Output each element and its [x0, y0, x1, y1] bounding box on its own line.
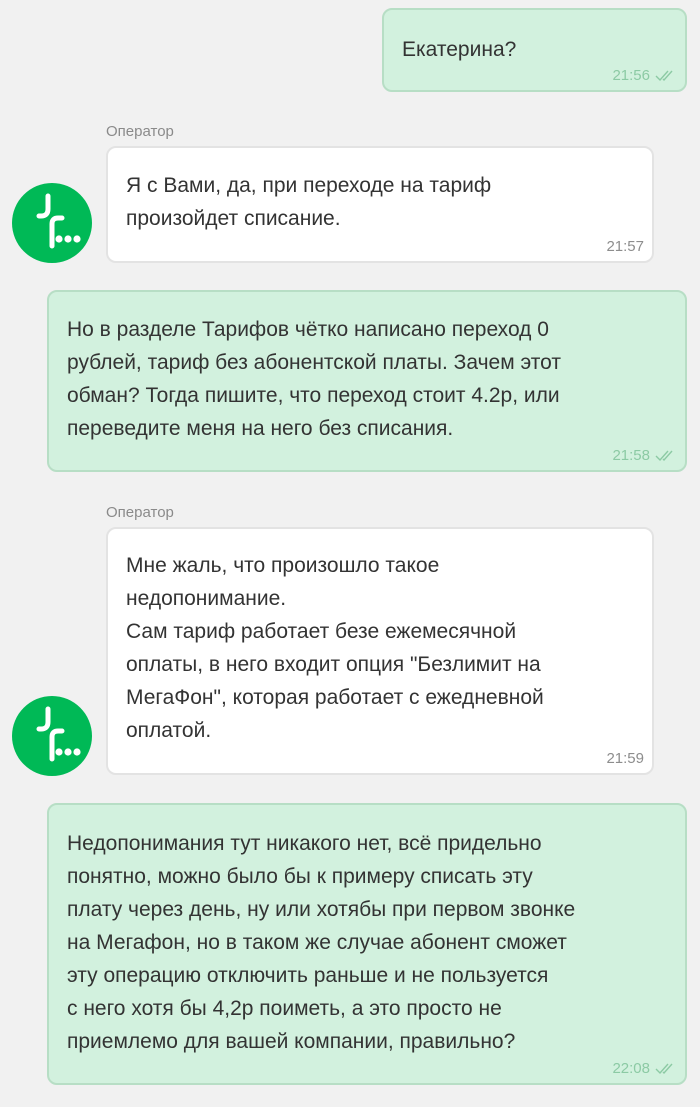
message-meta: 21:59	[606, 750, 644, 767]
sender-name: Оператор	[106, 123, 174, 140]
message-meta: 21:56	[612, 67, 677, 84]
message-time: 21:57	[606, 238, 644, 255]
message-text: Недопонимания тут никакого нет, всё прид…	[67, 832, 576, 1053]
double-check-icon	[655, 70, 673, 81]
message-meta: 21:58	[612, 447, 677, 464]
outgoing-message[interactable]: Недопонимания тут никакого нет, всё прид…	[47, 803, 687, 1085]
message-time: 21:59	[606, 750, 644, 767]
megafon-logo-icon	[12, 696, 92, 776]
message-time: 21:56	[612, 67, 650, 84]
message-meta: 21:57	[606, 238, 644, 255]
message-text: Но в разделе Тарифов чётко написано пере…	[67, 318, 561, 440]
message-time: 22:08	[612, 1060, 650, 1077]
outgoing-message[interactable]: Екатерина? 21:56	[382, 8, 687, 92]
incoming-message[interactable]: Мне жаль, что произошло такое недопонима…	[106, 527, 654, 775]
double-check-icon	[655, 450, 673, 461]
message-time: 21:58	[612, 447, 650, 464]
message-text: Мне жаль, что произошло такое недопонима…	[126, 554, 544, 742]
operator-avatar	[12, 183, 92, 263]
sender-name: Оператор	[106, 504, 174, 521]
message-text: Я с Вами, да, при переходе на тариф прои…	[126, 174, 492, 230]
message-meta: 22:08	[612, 1060, 677, 1077]
outgoing-message[interactable]: Но в разделе Тарифов чётко написано пере…	[47, 290, 687, 472]
incoming-message[interactable]: Я с Вами, да, при переходе на тариф прои…	[106, 146, 654, 263]
double-check-icon	[655, 1063, 673, 1074]
message-text: Екатерина?	[402, 38, 517, 61]
operator-avatar	[12, 696, 92, 776]
megafon-logo-icon	[12, 183, 92, 263]
